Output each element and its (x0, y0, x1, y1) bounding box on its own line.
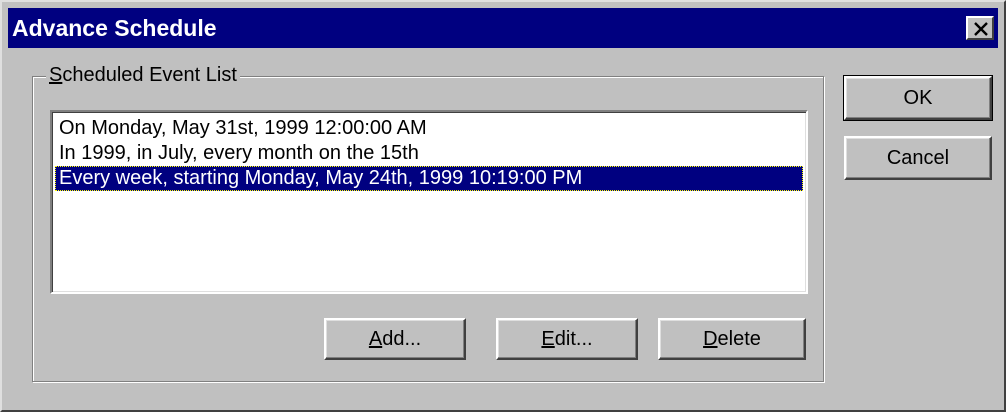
event-list-item[interactable]: On Monday, May 31st, 1999 12:00:00 AM (55, 116, 803, 141)
window-title: Advance Schedule (12, 15, 217, 41)
event-list-item[interactable]: In 1999, in July, every month on the 15t… (55, 141, 803, 166)
scheduled-event-listbox[interactable]: On Monday, May 31st, 1999 12:00:00 AM In… (50, 110, 808, 294)
close-button[interactable] (966, 16, 994, 40)
advance-schedule-dialog: Advance Schedule Scheduled Event List On… (0, 0, 1006, 412)
ok-button[interactable]: OK (843, 75, 993, 121)
title-bar[interactable]: Advance Schedule (8, 8, 998, 48)
group-title: Scheduled Event List (46, 62, 240, 88)
event-list-item-selected[interactable]: Every week, starting Monday, May 24th, 1… (55, 166, 803, 191)
add-button[interactable]: Add... (324, 318, 466, 360)
delete-button[interactable]: Delete (658, 318, 806, 360)
close-icon (974, 22, 988, 36)
edit-button[interactable]: Edit... (496, 318, 638, 360)
cancel-button[interactable]: Cancel (844, 136, 992, 180)
